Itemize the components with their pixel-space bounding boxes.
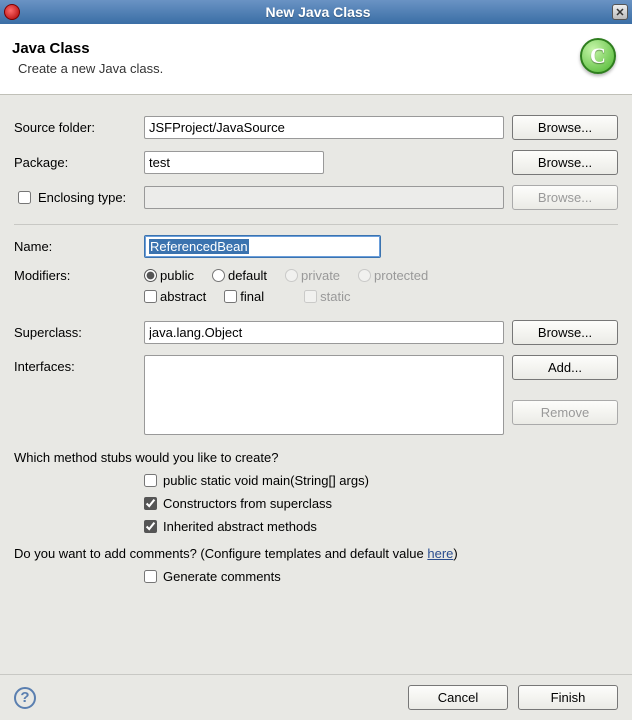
name-label: Name: bbox=[14, 239, 144, 254]
interfaces-add-button[interactable]: Add... bbox=[512, 355, 618, 380]
stub-main-checkbox[interactable] bbox=[144, 474, 157, 487]
modifier-public-radio[interactable]: public bbox=[144, 268, 194, 283]
source-folder-input[interactable] bbox=[144, 116, 504, 139]
interfaces-label: Interfaces: bbox=[14, 355, 144, 374]
stub-inherited-label: Inherited abstract methods bbox=[163, 519, 317, 534]
stubs-question: Which method stubs would you like to cre… bbox=[14, 450, 618, 465]
app-icon bbox=[4, 4, 20, 20]
modifier-default-radio[interactable]: default bbox=[212, 268, 267, 283]
source-folder-browse-button[interactable]: Browse... bbox=[512, 115, 618, 140]
stub-inherited-checkbox[interactable] bbox=[144, 520, 157, 533]
enclosing-type-checkbox[interactable] bbox=[18, 191, 31, 204]
modifier-protected-radio: protected bbox=[358, 268, 428, 283]
enclosing-type-label: Enclosing type: bbox=[38, 190, 126, 205]
stub-main-label: public static void main(String[] args) bbox=[163, 473, 369, 488]
generate-comments-checkbox[interactable] bbox=[144, 570, 157, 583]
interfaces-remove-button: Remove bbox=[512, 400, 618, 425]
cancel-button[interactable]: Cancel bbox=[408, 685, 508, 710]
comments-question: Do you want to add comments? (Configure … bbox=[14, 546, 618, 561]
modifier-private-radio: private bbox=[285, 268, 340, 283]
configure-templates-link[interactable]: here bbox=[427, 546, 453, 561]
package-label: Package: bbox=[14, 155, 144, 170]
package-input[interactable] bbox=[144, 151, 324, 174]
window-title: New Java Class bbox=[24, 4, 612, 20]
source-folder-label: Source folder: bbox=[14, 120, 144, 135]
modifiers-label: Modifiers: bbox=[14, 268, 144, 283]
interfaces-list[interactable] bbox=[144, 355, 504, 435]
modifier-static-checkbox: static bbox=[304, 289, 350, 304]
modifiers-radio-group: public default private protected bbox=[144, 268, 618, 283]
header-heading: Java Class bbox=[12, 40, 568, 57]
enclosing-type-input bbox=[144, 186, 504, 209]
enclosing-type-browse-button: Browse... bbox=[512, 185, 618, 210]
package-browse-button[interactable]: Browse... bbox=[512, 150, 618, 175]
title-bar: New Java Class ✕ bbox=[0, 0, 632, 24]
finish-button[interactable]: Finish bbox=[518, 685, 618, 710]
modifier-final-checkbox[interactable]: final bbox=[224, 289, 264, 304]
name-input[interactable]: ReferencedBean bbox=[144, 235, 381, 258]
class-icon: C bbox=[568, 32, 620, 84]
superclass-input[interactable] bbox=[144, 321, 504, 344]
superclass-browse-button[interactable]: Browse... bbox=[512, 320, 618, 345]
generate-comments-label: Generate comments bbox=[163, 569, 281, 584]
wizard-header: Java Class Create a new Java class. C bbox=[0, 24, 632, 95]
modifier-abstract-checkbox[interactable]: abstract bbox=[144, 289, 206, 304]
close-button[interactable]: ✕ bbox=[612, 4, 628, 20]
stub-constructors-checkbox[interactable] bbox=[144, 497, 157, 510]
stub-constructors-label: Constructors from superclass bbox=[163, 496, 332, 511]
header-sub: Create a new Java class. bbox=[18, 61, 568, 76]
superclass-label: Superclass: bbox=[14, 325, 144, 340]
modifiers-check-group: abstract final static bbox=[144, 289, 618, 304]
help-icon[interactable]: ? bbox=[14, 687, 36, 709]
